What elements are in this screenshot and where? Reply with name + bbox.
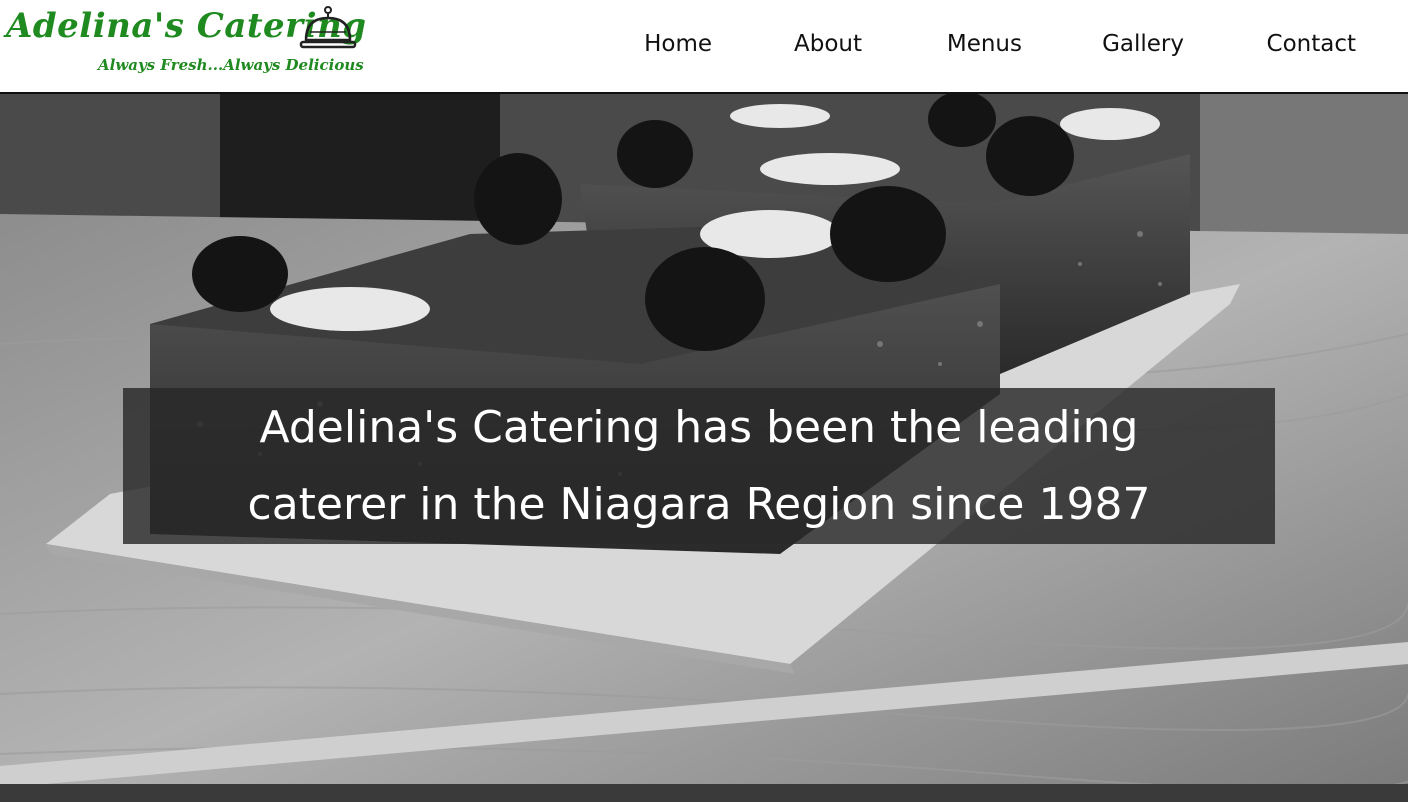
cloche-icon	[299, 6, 357, 49]
hero-caption: Adelina's Catering has been the leading …	[247, 402, 1151, 530]
nav-gallery[interactable]: Gallery	[1102, 24, 1184, 64]
site-header: Adelina's Catering Always Fresh...Always…	[0, 0, 1408, 94]
nav-home[interactable]: Home	[644, 24, 712, 64]
nav-contact[interactable]: Contact	[1267, 24, 1356, 64]
hero-banner: Adelina's Catering has been the leading …	[0, 94, 1408, 802]
nav-menus[interactable]: Menus	[947, 24, 1022, 64]
tagline: Always Fresh...Always Delicious	[98, 56, 364, 74]
hero-caption-box: Adelina's Catering has been the leading …	[123, 388, 1275, 544]
nav-about[interactable]: About	[794, 24, 862, 64]
logo[interactable]: Adelina's Catering Always Fresh...Always…	[6, 4, 366, 84]
